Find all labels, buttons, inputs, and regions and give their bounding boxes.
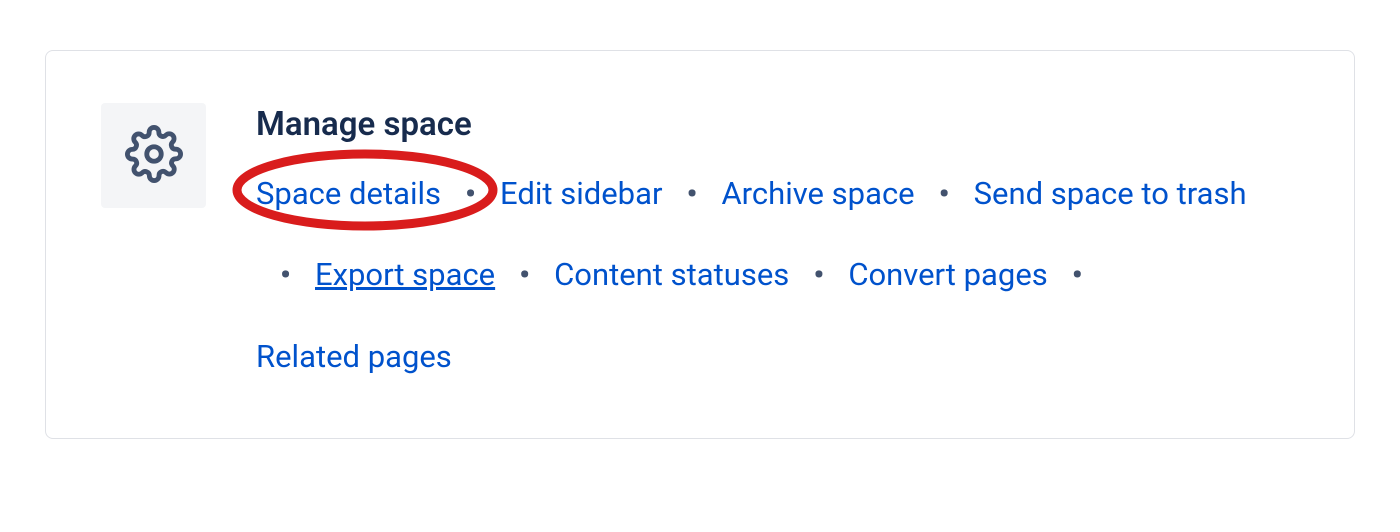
- separator: •: [686, 172, 697, 215]
- gear-icon-box: [101, 103, 206, 208]
- separator: •: [519, 253, 530, 296]
- archive-space-link[interactable]: Archive space: [721, 172, 914, 215]
- export-space-link[interactable]: Export space: [315, 253, 495, 296]
- section-title: Manage space: [256, 105, 1299, 144]
- separator: •: [813, 253, 824, 296]
- related-pages-link[interactable]: Related pages: [256, 335, 452, 378]
- edit-sidebar-link[interactable]: Edit sidebar: [500, 172, 662, 215]
- content-statuses-link[interactable]: Content statuses: [554, 253, 789, 296]
- separator: •: [465, 172, 476, 215]
- manage-space-content: Manage space Space details • Edit sideba…: [256, 101, 1299, 378]
- separator: •: [280, 253, 291, 296]
- separator: •: [939, 172, 950, 215]
- manage-space-card: Manage space Space details • Edit sideba…: [45, 50, 1355, 439]
- separator: •: [1072, 253, 1083, 296]
- send-space-to-trash-link[interactable]: Send space to trash: [974, 172, 1247, 215]
- links-row: Space details • Edit sidebar • Archive s…: [256, 172, 1299, 378]
- space-details-link[interactable]: Space details: [256, 175, 441, 212]
- gear-icon: [125, 125, 183, 187]
- convert-pages-link[interactable]: Convert pages: [848, 253, 1047, 296]
- highlighted-link-wrapper: Space details: [256, 172, 441, 215]
